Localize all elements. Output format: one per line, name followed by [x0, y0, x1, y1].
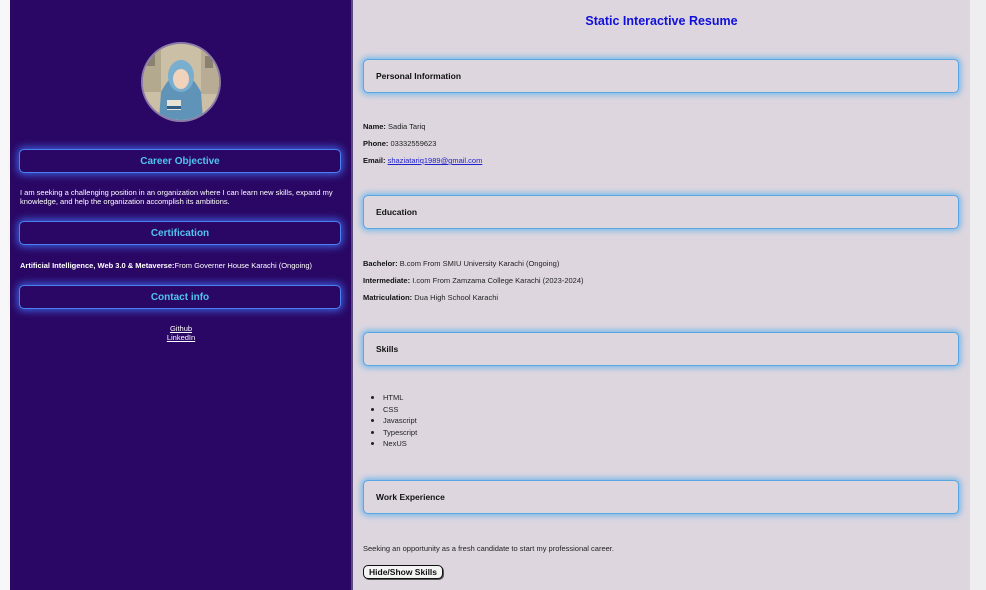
name-line: Name: Sadia Tariq [363, 122, 425, 131]
certification-heading-label: Certification [150, 227, 210, 239]
skill-item: NexUS [370, 439, 417, 451]
linkedin-link[interactable]: LinkedIn [10, 333, 352, 342]
github-link[interactable]: Github [10, 324, 352, 333]
career-objective-heading: Career Objective [19, 149, 341, 173]
education-item: Intermediate: I.com From Zamzama College… [363, 276, 584, 285]
education-item-value: B.com From SMIU University Karachi (Ongo… [399, 259, 560, 268]
personal-information-heading-label: Personal Information [376, 71, 462, 81]
education-item-label: Intermediate: [363, 276, 411, 285]
education-heading-label: Education [376, 207, 418, 217]
education-item: Matriculation: Dua High School Karachi [363, 293, 498, 302]
personal-information-heading: Personal Information [363, 59, 959, 93]
certification-text: Artificial Intelligence, Web 3.0 & Metav… [20, 261, 345, 270]
sidebar: Career Objective I am seeking a challeng… [10, 0, 352, 590]
page-title: Static Interactive Resume [585, 14, 738, 28]
education-item-label: Matriculation: [363, 293, 413, 302]
work-experience-text: Seeking an opportunity as a fresh candid… [363, 544, 614, 553]
page-gutter [970, 0, 986, 590]
career-objective-heading-label: Career Objective [140, 155, 220, 167]
contact-info-heading-label: Contact info [150, 291, 210, 303]
work-experience-heading-label: Work Experience [376, 492, 445, 502]
avatar [141, 42, 221, 122]
skill-item: Javascript [370, 416, 417, 428]
work-experience-heading: Work Experience [363, 480, 959, 514]
career-objective-text: I am seeking a challenging position in a… [20, 188, 333, 206]
phone-value: 03332559623 [390, 139, 437, 148]
certification-name: Artificial Intelligence, Web 3.0 & Metav… [20, 261, 175, 270]
email-label: Email: [363, 156, 386, 165]
skills-heading-label: Skills [376, 344, 399, 354]
phone-line: Phone: 03332559623 [363, 139, 436, 148]
skill-item: CSS [370, 405, 417, 417]
skill-item: HTML [370, 393, 417, 405]
contact-info-heading: Contact info [19, 285, 341, 309]
toggle-skills-button[interactable]: Hide/Show Skills [363, 565, 444, 579]
email-line: Email: shaziatariq1989@gmail.com [363, 156, 482, 165]
education-item-label: Bachelor: [363, 259, 398, 268]
education-item-value: Dua High School Karachi [414, 293, 499, 302]
name-value: Sadia Tariq [388, 122, 426, 131]
education-heading: Education [363, 195, 959, 229]
education-item-value: I.com From Zamzama College Karachi (2023… [412, 276, 584, 285]
phone-label: Phone: [363, 139, 389, 148]
profile-photo-icon [143, 44, 219, 120]
main-content: Static Interactive Resume Personal Infor… [353, 0, 970, 590]
certification-detail: From Governer House Karachi (Ongoing) [174, 261, 313, 270]
certification-heading: Certification [19, 221, 341, 245]
name-label: Name: [363, 122, 386, 131]
contact-links: Github LinkedIn [10, 324, 352, 342]
education-item: Bachelor: B.com From SMIU University Kar… [363, 259, 559, 268]
skill-item: Typescript [370, 428, 417, 440]
email-link[interactable]: shaziatariq1989@gmail.com [388, 156, 483, 165]
skills-list: HTML CSS Javascript Typescript NexUS [370, 393, 417, 451]
skills-heading: Skills [363, 332, 959, 366]
